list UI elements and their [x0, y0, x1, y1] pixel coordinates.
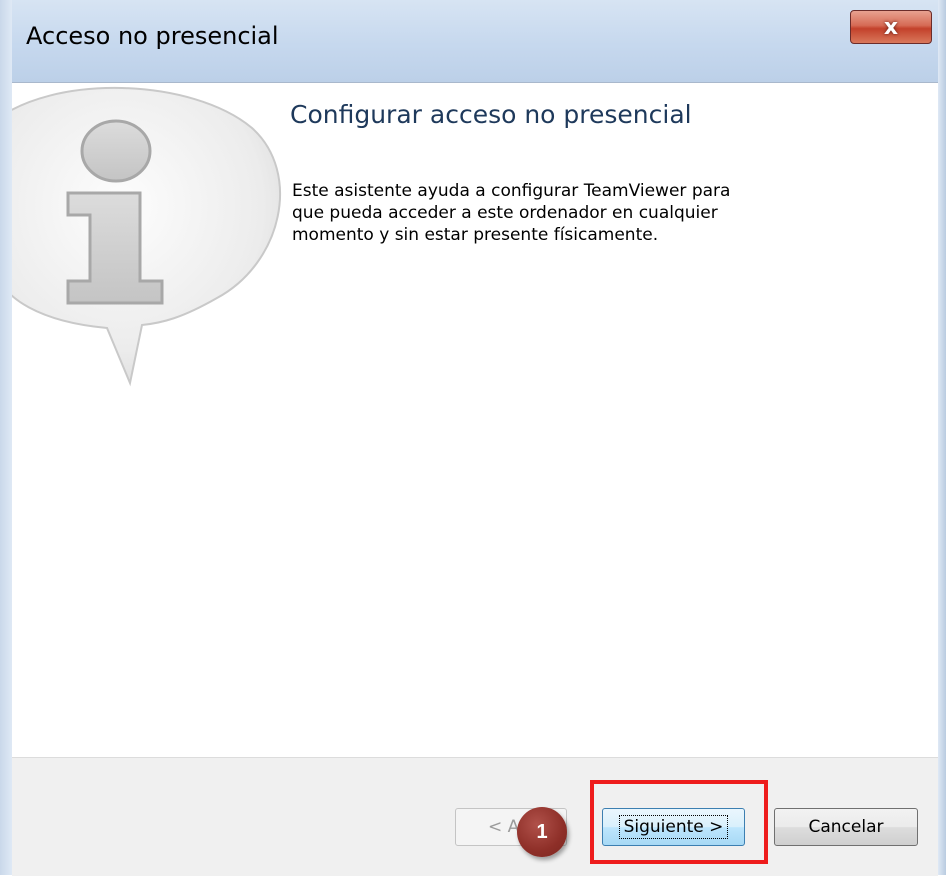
window-frame-left — [0, 0, 12, 875]
cancel-button[interactable]: Cancelar — [774, 808, 918, 846]
description-line: que pueda acceder a este ordenador en cu… — [292, 203, 718, 223]
description-line: Este asistente ayuda a configurar TeamVi… — [292, 181, 731, 201]
cancel-button-label: Cancelar — [808, 817, 884, 837]
window-title: Acceso no presencial — [26, 22, 279, 50]
wizard-window: Acceso no presencial x Configurar acceso… — [0, 0, 946, 876]
window-frame-right — [938, 0, 946, 875]
close-icon: x — [883, 14, 899, 40]
step-badge: 1 — [517, 807, 567, 857]
title-bar[interactable]: Acceso no presencial x — [0, 0, 946, 82]
highlight-box — [590, 780, 768, 864]
wizard-heading: Configurar acceso no presencial — [290, 100, 692, 129]
info-speech-bubble-icon — [12, 87, 282, 387]
description-line: momento y sin estar presente físicamente… — [292, 225, 659, 245]
close-button[interactable]: x — [850, 10, 932, 44]
wizard-description: Este asistente ayuda a configurar TeamVi… — [292, 180, 852, 246]
